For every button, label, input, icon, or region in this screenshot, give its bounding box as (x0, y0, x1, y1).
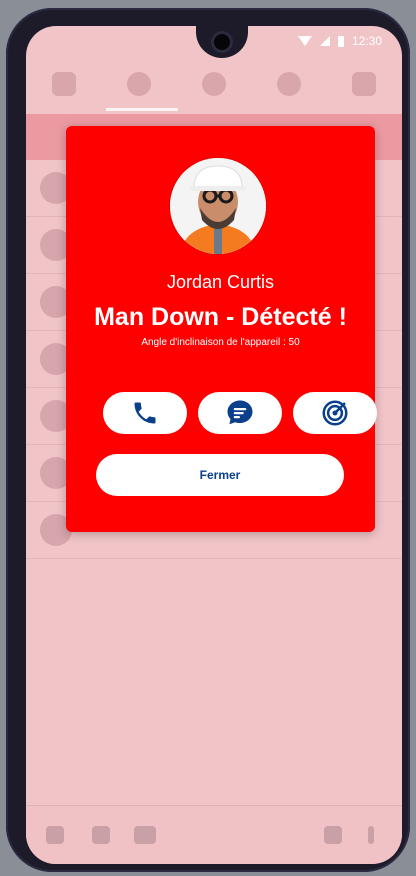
search-icon (324, 826, 342, 844)
camera-icon (214, 34, 230, 50)
wifi-icon (297, 36, 312, 46)
phone-frame: 12:30 Jordan Curtis Man Down - Détecté !… (6, 8, 410, 872)
status-icons: 12:30 (297, 34, 382, 48)
status-bar: 12:30 (26, 26, 402, 58)
radar-icon (322, 400, 348, 426)
add-icon (46, 826, 64, 844)
nav-underline (106, 108, 178, 111)
alerts-icon (201, 72, 226, 96)
groups-icon (277, 72, 302, 96)
background-bottom-bar (26, 805, 402, 864)
alert-title: Man Down - Détecté ! (94, 303, 347, 331)
screen: 12:30 Jordan Curtis Man Down - Détecté !… (26, 26, 402, 864)
man-down-alert-dialog: Jordan Curtis Man Down - Détecté ! Angle… (66, 126, 377, 532)
signal-icon (319, 36, 330, 46)
video-icon (134, 826, 156, 844)
avatar (170, 158, 266, 254)
settings-icon (352, 72, 377, 96)
person-name: Jordan Curtis (166, 272, 275, 292)
battery-icon (337, 35, 344, 47)
contacts-icon (51, 72, 76, 96)
locate-button[interactable] (293, 392, 377, 434)
phone-icon (92, 826, 110, 844)
phone-icon (134, 402, 156, 424)
notch (196, 26, 248, 58)
call-button[interactable] (103, 392, 187, 434)
chat-icon (227, 400, 253, 425)
messages-icon (126, 72, 151, 96)
more-icon (368, 826, 374, 844)
tilt-angle-text: Angle d'inclinaison de l'appareil : 50 (141, 337, 300, 348)
message-button[interactable] (198, 392, 282, 434)
worker-avatar-image (170, 158, 266, 254)
status-time: 12:30 (351, 34, 382, 48)
background-top-nav (26, 56, 402, 112)
close-button[interactable]: Fermer (96, 454, 344, 496)
